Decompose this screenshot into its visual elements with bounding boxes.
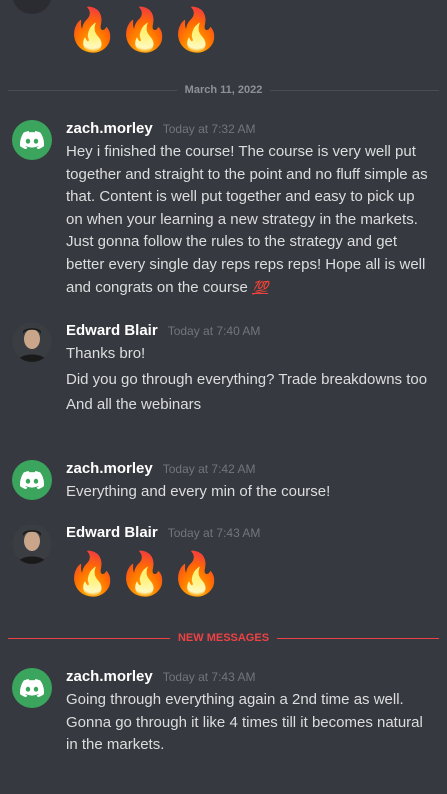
timestamp: Today at 7:43 AM <box>162 670 256 684</box>
avatar[interactable] <box>12 0 52 14</box>
chat-message-list: 🔥 🔥 🔥 March 11, 2022 zach.morley Today a… <box>0 0 447 794</box>
message-text: Thanks bro! <box>66 345 146 362</box>
username[interactable]: zach.morley <box>66 668 153 685</box>
fire-emoji: 🔥 <box>66 6 119 53</box>
username[interactable]: zach.morley <box>66 460 153 477</box>
person-photo-icon <box>12 322 52 362</box>
message-text: Everything and every min of the course! <box>66 483 331 500</box>
message-text: Going through everything again a 2nd tim… <box>66 691 423 754</box>
discord-logo-icon <box>20 471 44 489</box>
fire-emoji: 🔥 <box>170 6 223 53</box>
avatar[interactable] <box>12 322 52 362</box>
timestamp: Today at 7:42 AM <box>162 462 256 476</box>
person-photo-icon <box>12 524 52 564</box>
hundred-points-emoji: 💯 <box>251 279 269 295</box>
fire-emoji: 🔥 <box>66 550 119 597</box>
avatar[interactable] <box>12 120 52 160</box>
new-messages-divider: NEW MESSAGES <box>8 628 440 648</box>
message-text: And all the webinars <box>66 396 202 414</box>
emoji-message: 🔥 🔥 🔥 <box>66 550 223 598</box>
avatar[interactable] <box>12 524 52 564</box>
message-content: Thanks bro! Did you go through everythin… <box>66 343 430 417</box>
message-text: Did you go through everything? Trade bre… <box>66 370 428 388</box>
discord-logo-icon <box>20 131 44 149</box>
timestamp: Today at 7:32 AM <box>162 122 256 136</box>
fire-emoji: 🔥 <box>170 550 223 597</box>
username[interactable]: Edward Blair <box>66 322 158 339</box>
avatar[interactable] <box>12 668 52 708</box>
timestamp: Today at 7:43 AM <box>167 526 261 540</box>
fire-emoji: 🔥 <box>118 550 171 597</box>
message-content: Hey i finished the course! The course is… <box>66 141 430 299</box>
date-divider: March 11, 2022 <box>8 80 440 100</box>
timestamp: Today at 7:40 AM <box>167 324 261 338</box>
message-text: Hey i finished the course! The course is… <box>66 143 428 296</box>
discord-logo-icon <box>20 679 44 697</box>
message-content: Everything and every min of the course! <box>66 481 430 504</box>
fire-emoji: 🔥 <box>118 6 171 53</box>
message-content: Going through everything again a 2nd tim… <box>66 689 430 757</box>
date-divider-label: March 11, 2022 <box>184 84 263 96</box>
new-messages-label: NEW MESSAGES <box>177 632 270 644</box>
emoji-message-top: 🔥 🔥 🔥 <box>66 6 223 54</box>
avatar[interactable] <box>12 460 52 500</box>
username[interactable]: Edward Blair <box>66 524 158 541</box>
username[interactable]: zach.morley <box>66 120 153 137</box>
